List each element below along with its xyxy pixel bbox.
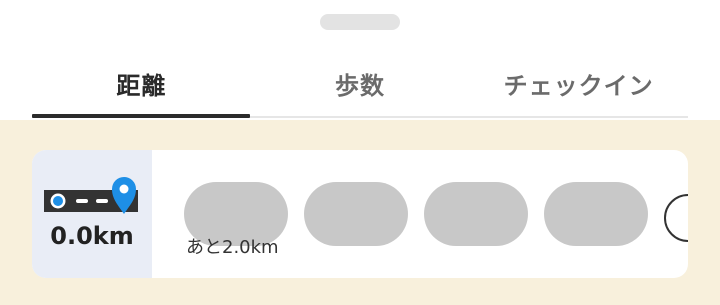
tab-distance-label: 距離 [116,71,167,100]
distance-summary: 0.0km [32,150,152,278]
tab-distance[interactable]: 距離 [32,56,251,110]
milestone-placeholder [304,182,408,246]
route-icon [44,177,138,214]
tab-bar: 距離 歩数 チェックイン [32,56,688,118]
goal-marker [664,194,688,242]
milestone-placeholder [424,182,528,246]
milestone-placeholder [544,182,648,246]
tab-checkin[interactable]: チェックイン [469,56,688,110]
remaining-distance-label: あと2.0km [186,237,279,258]
tab-steps[interactable]: 歩数 [251,56,470,110]
drag-handle[interactable] [320,14,400,30]
tab-steps-label: 歩数 [335,71,385,100]
active-tab-indicator [32,114,250,118]
tab-checkin-label: チェックイン [503,71,654,100]
distance-progress-card: 0.0km あと2.0km [32,150,688,278]
distance-value: 0.0km [50,222,134,250]
